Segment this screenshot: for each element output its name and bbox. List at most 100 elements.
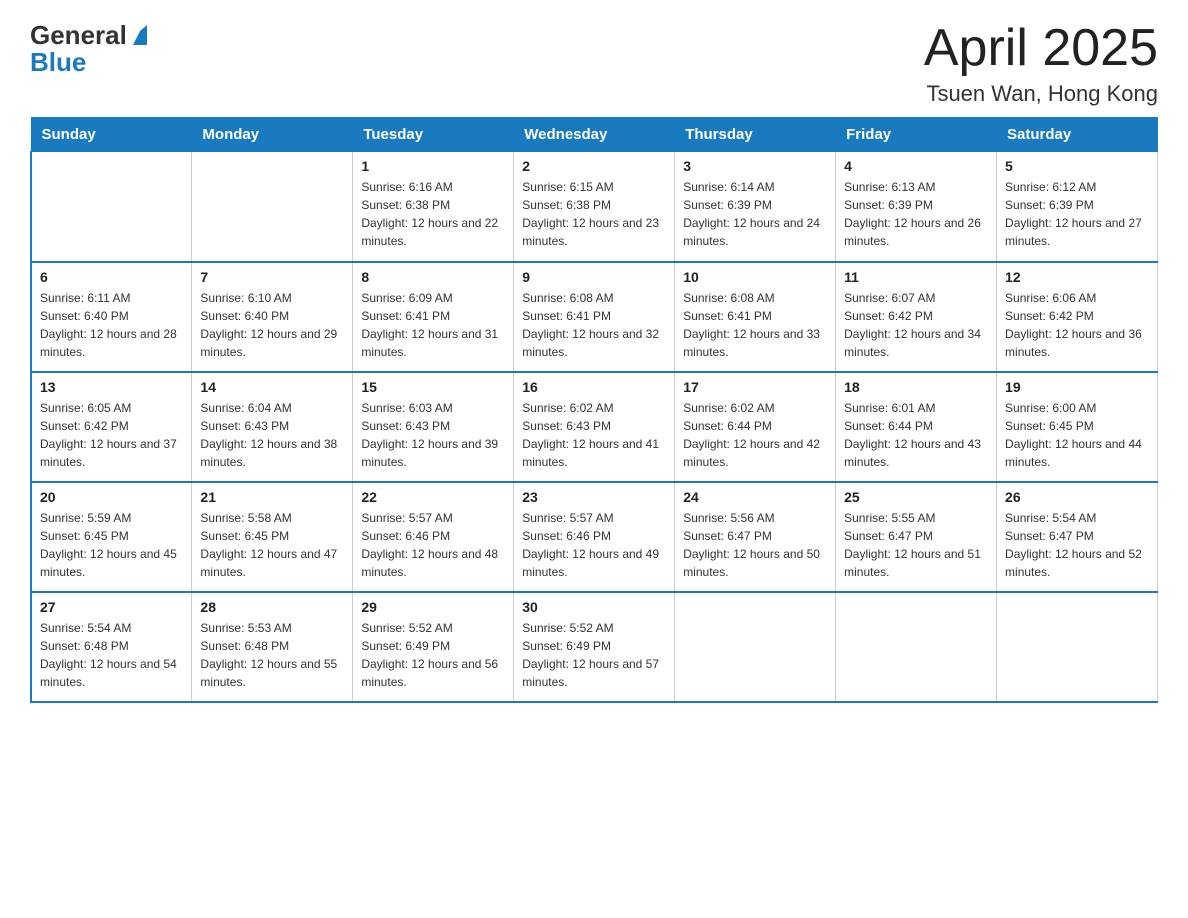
calendar-cell: 9 Sunrise: 6:08 AMSunset: 6:41 PMDaylight…	[514, 262, 675, 372]
calendar-cell	[192, 152, 353, 262]
day-number: 24	[683, 489, 827, 505]
day-info: Sunrise: 6:01 AMSunset: 6:44 PMDaylight:…	[844, 399, 988, 471]
calendar-cell: 18 Sunrise: 6:01 AMSunset: 6:44 PMDayligh…	[836, 372, 997, 482]
day-number: 8	[361, 269, 505, 285]
calendar-cell: 10 Sunrise: 6:08 AMSunset: 6:41 PMDayligh…	[675, 262, 836, 372]
day-number: 25	[844, 489, 988, 505]
calendar-header-row: SundayMondayTuesdayWednesdayThursdayFrid…	[31, 118, 1158, 152]
day-info: Sunrise: 6:08 AMSunset: 6:41 PMDaylight:…	[683, 289, 827, 361]
header-saturday: Saturday	[997, 118, 1158, 152]
location-subtitle: Tsuen Wan, Hong Kong	[924, 81, 1158, 107]
calendar-cell: 24 Sunrise: 5:56 AMSunset: 6:47 PMDayligh…	[675, 482, 836, 592]
day-number: 2	[522, 158, 666, 174]
day-info: Sunrise: 5:56 AMSunset: 6:47 PMDaylight:…	[683, 509, 827, 581]
day-number: 9	[522, 269, 666, 285]
day-number: 30	[522, 599, 666, 615]
month-year-title: April 2025	[924, 20, 1158, 77]
day-number: 11	[844, 269, 988, 285]
day-number: 16	[522, 379, 666, 395]
logo-blue-text: Blue	[30, 47, 86, 78]
day-number: 1	[361, 158, 505, 174]
calendar-cell: 6Sunrise: 6:11 AMSunset: 6:40 PMDaylight…	[31, 262, 192, 372]
day-info: Sunrise: 6:06 AMSunset: 6:42 PMDaylight:…	[1005, 289, 1149, 361]
day-number: 5	[1005, 158, 1149, 174]
day-number: 29	[361, 599, 505, 615]
day-number: 22	[361, 489, 505, 505]
page-header: General Blue April 2025 Tsuen Wan, Hong …	[30, 20, 1158, 107]
header-sunday: Sunday	[31, 118, 192, 152]
calendar-cell: 15 Sunrise: 6:03 AMSunset: 6:43 PMDayligh…	[353, 372, 514, 482]
calendar-week-row: 27 Sunrise: 5:54 AMSunset: 6:48 PMDayligh…	[31, 592, 1158, 702]
header-friday: Friday	[836, 118, 997, 152]
title-area: April 2025 Tsuen Wan, Hong Kong	[924, 20, 1158, 107]
calendar-cell: 19Sunrise: 6:00 AMSunset: 6:45 PMDayligh…	[997, 372, 1158, 482]
header-wednesday: Wednesday	[514, 118, 675, 152]
calendar-cell: 17Sunrise: 6:02 AMSunset: 6:44 PMDayligh…	[675, 372, 836, 482]
day-info: Sunrise: 6:16 AMSunset: 6:38 PMDaylight:…	[361, 178, 505, 250]
day-info: Sunrise: 6:02 AMSunset: 6:43 PMDaylight:…	[522, 399, 666, 471]
calendar-cell: 12 Sunrise: 6:06 AMSunset: 6:42 PMDayligh…	[997, 262, 1158, 372]
calendar-cell	[997, 592, 1158, 702]
header-tuesday: Tuesday	[353, 118, 514, 152]
day-info: Sunrise: 6:05 AMSunset: 6:42 PMDaylight:…	[40, 399, 183, 471]
day-number: 7	[200, 269, 344, 285]
day-number: 6	[40, 269, 183, 285]
calendar-cell: 5Sunrise: 6:12 AMSunset: 6:39 PMDaylight…	[997, 152, 1158, 262]
calendar-table: SundayMondayTuesdayWednesdayThursdayFrid…	[30, 117, 1158, 703]
day-info: Sunrise: 6:04 AMSunset: 6:43 PMDaylight:…	[200, 399, 344, 471]
calendar-cell: 8 Sunrise: 6:09 AMSunset: 6:41 PMDaylight…	[353, 262, 514, 372]
day-info: Sunrise: 5:53 AMSunset: 6:48 PMDaylight:…	[200, 619, 344, 691]
header-thursday: Thursday	[675, 118, 836, 152]
day-number: 3	[683, 158, 827, 174]
day-info: Sunrise: 5:52 AMSunset: 6:49 PMDaylight:…	[522, 619, 666, 691]
calendar-cell: 14 Sunrise: 6:04 AMSunset: 6:43 PMDayligh…	[192, 372, 353, 482]
day-number: 19	[1005, 379, 1149, 395]
day-info: Sunrise: 6:10 AMSunset: 6:40 PMDaylight:…	[200, 289, 344, 361]
calendar-cell: 13 Sunrise: 6:05 AMSunset: 6:42 PMDayligh…	[31, 372, 192, 482]
day-info: Sunrise: 6:15 AMSunset: 6:38 PMDaylight:…	[522, 178, 666, 250]
day-info: Sunrise: 6:08 AMSunset: 6:41 PMDaylight:…	[522, 289, 666, 361]
calendar-cell: 28 Sunrise: 5:53 AMSunset: 6:48 PMDayligh…	[192, 592, 353, 702]
day-number: 4	[844, 158, 988, 174]
day-number: 27	[40, 599, 183, 615]
logo-icon	[129, 25, 151, 47]
day-info: Sunrise: 6:14 AMSunset: 6:39 PMDaylight:…	[683, 178, 827, 250]
calendar-cell: 1 Sunrise: 6:16 AMSunset: 6:38 PMDaylight…	[353, 152, 514, 262]
day-info: Sunrise: 5:54 AMSunset: 6:48 PMDaylight:…	[40, 619, 183, 691]
calendar-cell: 29 Sunrise: 5:52 AMSunset: 6:49 PMDayligh…	[353, 592, 514, 702]
calendar-cell: 21Sunrise: 5:58 AMSunset: 6:45 PMDayligh…	[192, 482, 353, 592]
day-number: 15	[361, 379, 505, 395]
calendar-cell: 7 Sunrise: 6:10 AMSunset: 6:40 PMDaylight…	[192, 262, 353, 372]
calendar-week-row: 20 Sunrise: 5:59 AMSunset: 6:45 PMDayligh…	[31, 482, 1158, 592]
calendar-week-row: 1 Sunrise: 6:16 AMSunset: 6:38 PMDaylight…	[31, 152, 1158, 262]
calendar-cell	[675, 592, 836, 702]
calendar-cell: 23Sunrise: 5:57 AMSunset: 6:46 PMDayligh…	[514, 482, 675, 592]
calendar-cell: 26Sunrise: 5:54 AMSunset: 6:47 PMDayligh…	[997, 482, 1158, 592]
day-number: 18	[844, 379, 988, 395]
day-number: 13	[40, 379, 183, 395]
day-info: Sunrise: 5:52 AMSunset: 6:49 PMDaylight:…	[361, 619, 505, 691]
day-info: Sunrise: 6:07 AMSunset: 6:42 PMDaylight:…	[844, 289, 988, 361]
day-number: 12	[1005, 269, 1149, 285]
calendar-cell	[31, 152, 192, 262]
day-info: Sunrise: 5:57 AMSunset: 6:46 PMDaylight:…	[361, 509, 505, 581]
day-info: Sunrise: 6:09 AMSunset: 6:41 PMDaylight:…	[361, 289, 505, 361]
day-info: Sunrise: 5:59 AMSunset: 6:45 PMDaylight:…	[40, 509, 183, 581]
day-number: 17	[683, 379, 827, 395]
day-info: Sunrise: 5:55 AMSunset: 6:47 PMDaylight:…	[844, 509, 988, 581]
day-info: Sunrise: 5:54 AMSunset: 6:47 PMDaylight:…	[1005, 509, 1149, 581]
day-number: 21	[200, 489, 344, 505]
logo: General Blue	[30, 20, 151, 78]
calendar-cell: 25 Sunrise: 5:55 AMSunset: 6:47 PMDayligh…	[836, 482, 997, 592]
calendar-cell: 16 Sunrise: 6:02 AMSunset: 6:43 PMDayligh…	[514, 372, 675, 482]
calendar-cell: 30 Sunrise: 5:52 AMSunset: 6:49 PMDayligh…	[514, 592, 675, 702]
day-info: Sunrise: 6:03 AMSunset: 6:43 PMDaylight:…	[361, 399, 505, 471]
calendar-cell: 11 Sunrise: 6:07 AMSunset: 6:42 PMDayligh…	[836, 262, 997, 372]
day-number: 10	[683, 269, 827, 285]
calendar-cell: 20 Sunrise: 5:59 AMSunset: 6:45 PMDayligh…	[31, 482, 192, 592]
day-number: 20	[40, 489, 183, 505]
day-number: 14	[200, 379, 344, 395]
calendar-cell: 22 Sunrise: 5:57 AMSunset: 6:46 PMDayligh…	[353, 482, 514, 592]
day-number: 28	[200, 599, 344, 615]
calendar-cell: 27 Sunrise: 5:54 AMSunset: 6:48 PMDayligh…	[31, 592, 192, 702]
